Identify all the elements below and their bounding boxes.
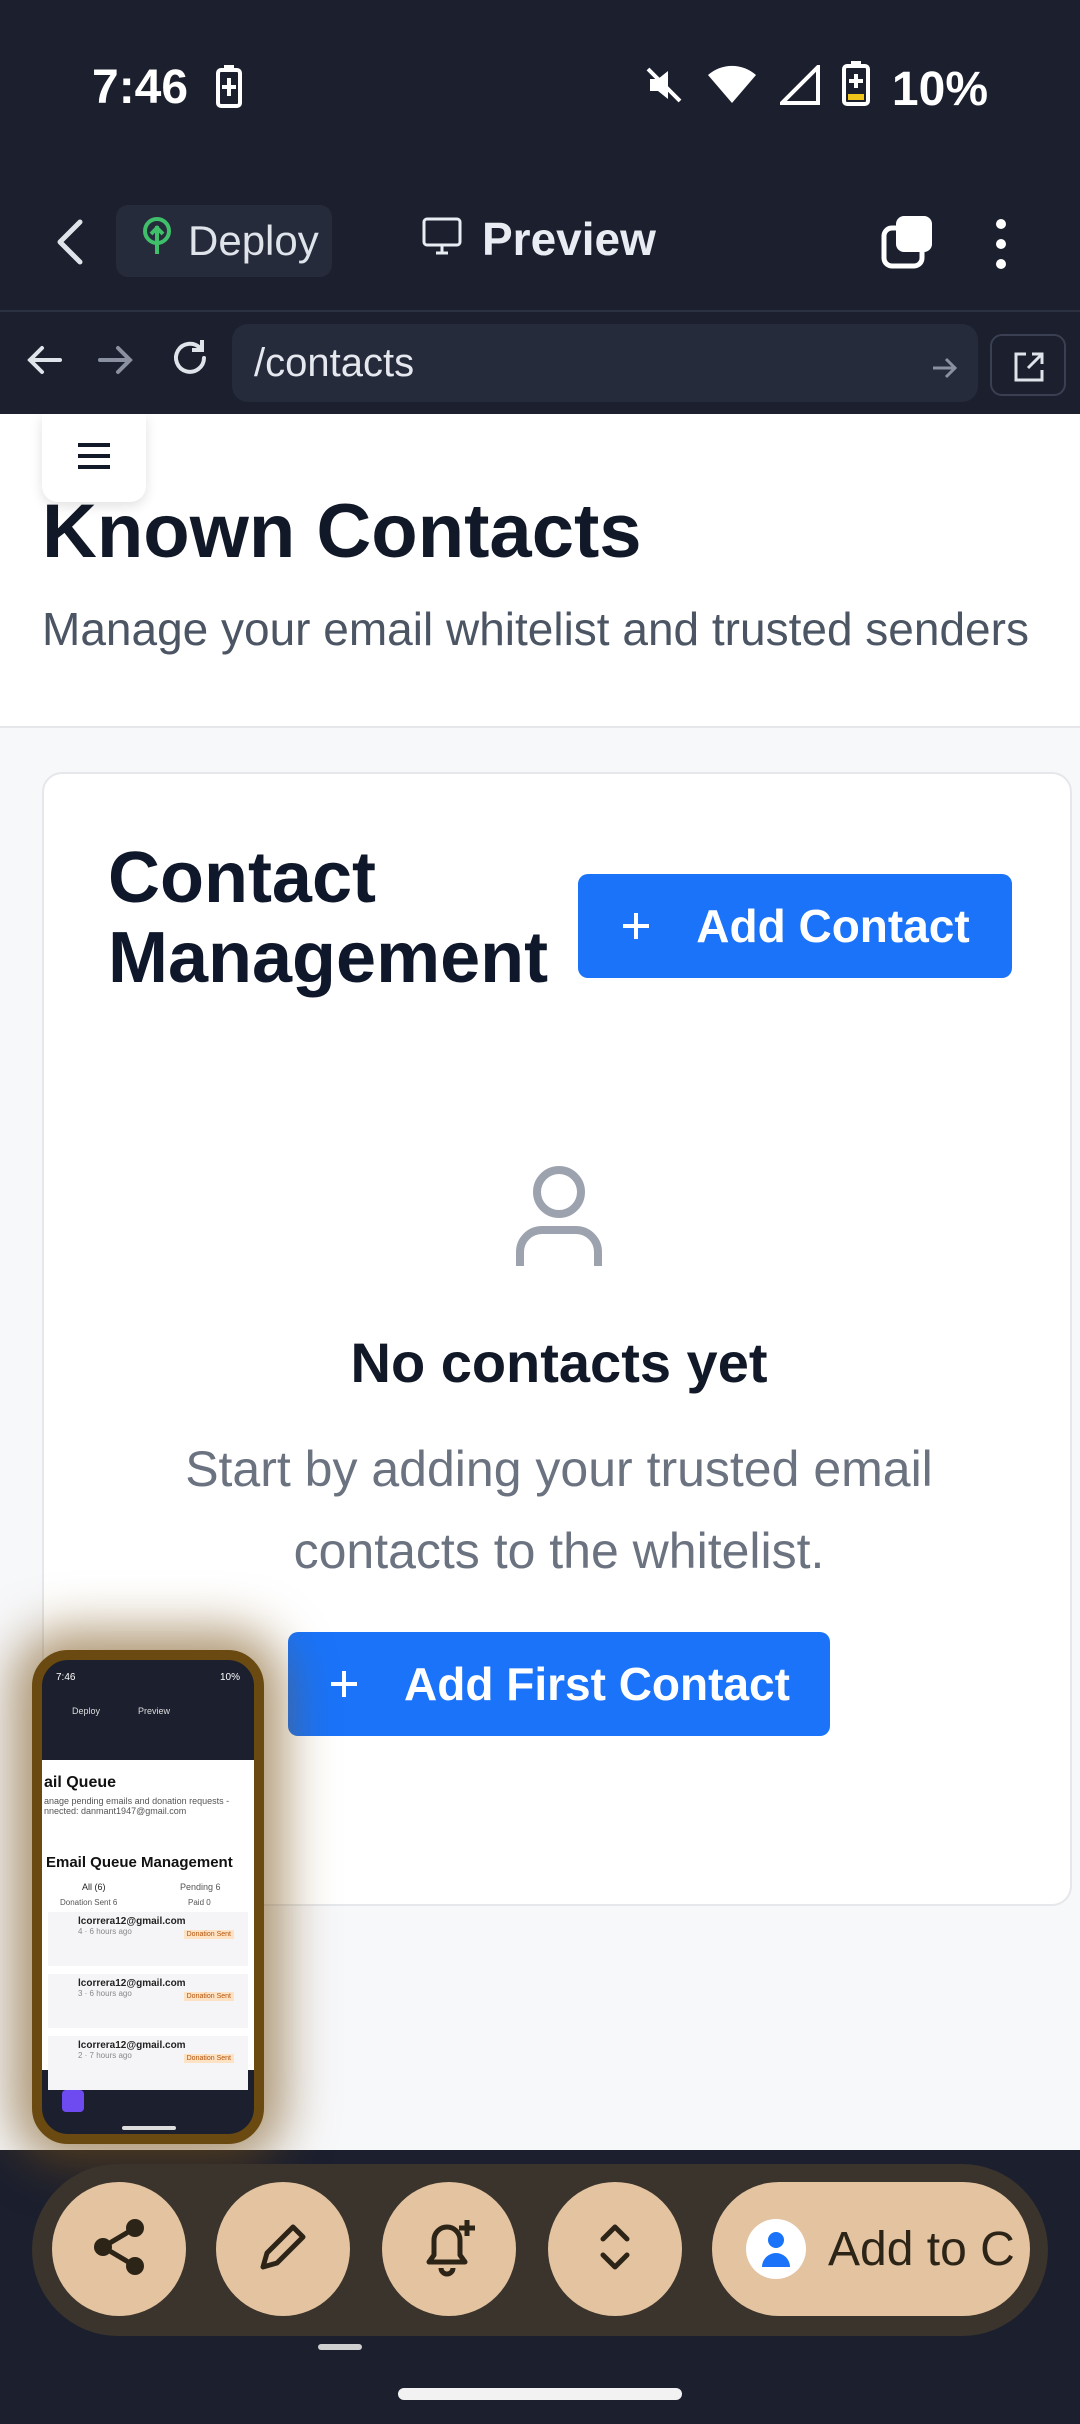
expand-collapse-icon [595,2217,635,2282]
nav-forward-icon[interactable] [96,340,136,385]
open-external-button[interactable] [990,334,1066,396]
add-first-contact-button[interactable]: Add First Contact [288,1632,830,1736]
pip-page-title: ail Queue [44,1774,117,1791]
deploy-icon [140,216,174,266]
pip-tab-all: All (6) [82,1882,106,1892]
pip-screen: ail Queue anage pending emails and donat… [42,1760,254,2090]
app-toolbar: Deploy Preview [0,200,1080,310]
deploy-label: Deploy [188,217,319,264]
pip-list-item: lcorrera12@gmail.com 2 · 7 hours ago Don… [48,2036,248,2090]
wifi-icon [706,62,758,117]
pip-list-item: lcorrera12@gmail.com 3 · 6 hours ago Don… [48,1974,248,2028]
home-indicator[interactable] [398,2388,682,2400]
pip-deploy-label: Deploy [72,1706,101,1716]
battery-icon [841,60,870,118]
page-subtitle: Manage your email whitelist and trusted … [42,603,1029,655]
preview-label: Preview [482,213,656,265]
status-time: 7:46 [92,61,189,114]
contact-avatar-icon [746,2219,806,2279]
bubble-action-bar: Add to C [32,2164,1048,2336]
bubble-handle [318,2344,362,2350]
bell-plus-icon [419,2216,479,2283]
pip-tab-pending: Pending 6 [180,1882,221,1892]
more-menu-icon[interactable] [990,216,1012,277]
pip-battery: 10% [219,1672,240,1683]
add-contact-button[interactable]: Add Contact [578,874,1012,978]
pip-home-indicator [122,2126,176,2130]
add-to-label: Add to C [828,2222,1015,2276]
pip-row-email: lcorrera12@gmail.com [78,1978,186,1989]
app-preview-thumbnail[interactable]: 7:46 10% Deploy Preview ail Queue anage … [32,1650,264,2144]
empty-state-title: No contacts yet [350,1331,768,1394]
hamburger-menu-button[interactable] [42,414,146,502]
pip-filter-donation: Donation Sent 6 [60,1898,118,1907]
pip-heading: Email Queue Management [46,1854,233,1871]
empty-state-text: Start by adding your trusted email conta… [185,1441,933,1579]
pip-row-badge: Donation Sent [183,1930,234,1939]
url-text: /contacts [254,340,415,385]
status-icons: 10% [644,60,988,118]
pip-page-subtitle: anage pending emails and donation reques… [44,1796,230,1816]
pip-app-icon [62,2090,84,2112]
person-icon [514,1164,604,1275]
url-input[interactable]: /contacts [232,324,978,402]
pip-row-badge: Donation Sent [183,2054,234,2063]
expand-button[interactable] [548,2182,682,2316]
tabs-switcher-icon[interactable] [880,214,936,275]
add-to-contacts-button[interactable]: Add to C [712,2182,1030,2316]
signal-icon [777,61,820,117]
add-contact-label: Add Contact [696,900,970,952]
pip-status-time: 7:46 [56,1672,76,1683]
mute-icon [644,62,684,117]
edit-button[interactable] [216,2182,350,2316]
deploy-button[interactable]: Deploy [116,205,332,277]
pip-row-badge: Donation Sent [183,1992,234,2001]
browser-nav-bar: /contacts [0,310,1080,414]
battery-saver-icon [216,64,242,113]
pip-preview-label: Preview [138,1706,171,1716]
back-button[interactable] [50,216,94,273]
pencil-icon [255,2219,311,2280]
monitor-icon [422,212,462,266]
page-header: Known Contacts Manage your email whiteli… [0,414,1080,728]
reload-icon[interactable] [168,336,212,385]
pip-list-item: lcorrera12@gmail.com 4 · 6 hours ago Don… [48,1912,248,1966]
share-button[interactable] [52,2182,186,2316]
add-alert-button[interactable] [382,2182,516,2316]
share-icon [89,2216,149,2283]
preview-tab[interactable]: Preview [422,212,656,266]
card-title: Contact Management [108,838,549,998]
add-first-contact-label: Add First Contact [404,1658,790,1710]
battery-percent: 10% [891,62,988,116]
pip-filter-paid: Paid 0 [188,1898,211,1907]
menu-icon [76,442,112,475]
plus-icon [620,899,652,953]
external-link-icon [1012,350,1046,389]
pip-row-email: lcorrera12@gmail.com [78,2040,186,2051]
nav-back-icon[interactable] [24,340,64,385]
go-arrow-icon[interactable] [930,348,960,393]
pip-row-email: lcorrera12@gmail.com [78,1916,186,1927]
plus-icon [328,1657,360,1711]
